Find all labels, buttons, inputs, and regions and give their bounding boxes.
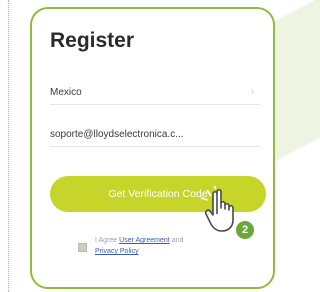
chevron-right-icon: ›: [250, 86, 254, 97]
agreement-text: I Agree User Agreement and Privacy Polic…: [95, 235, 265, 257]
email-field[interactable]: soporte@lloydselectronica.c...: [50, 125, 260, 147]
register-screen: Register Mexico › soporte@lloydselectron…: [30, 7, 275, 289]
user-agreement-link[interactable]: User Agreement: [119, 237, 170, 244]
step-badge: 2: [236, 221, 254, 239]
country-value: Mexico: [50, 87, 82, 98]
country-field[interactable]: Mexico ›: [50, 83, 260, 105]
email-value: soporte@lloydselectronica.c...: [50, 129, 184, 140]
agree-prefix: I Agree: [95, 237, 118, 244]
agree-and: and: [171, 237, 184, 244]
privacy-policy-link[interactable]: Privacy Policy: [95, 248, 139, 255]
dotted-guide-line: [8, 0, 9, 292]
checkbox-icon[interactable]: [78, 243, 87, 252]
page-title: Register: [50, 29, 135, 52]
stage: Register Mexico › soporte@lloydselectron…: [0, 0, 320, 292]
